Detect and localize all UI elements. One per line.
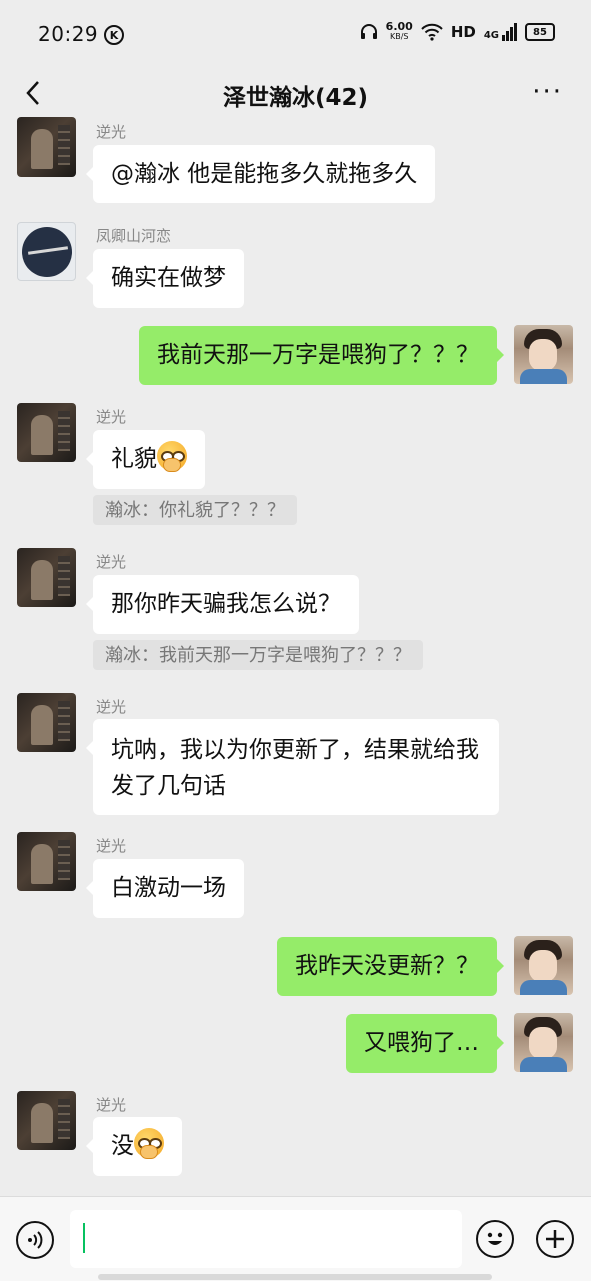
avatar-niguang[interactable] [17, 117, 76, 177]
message-bubble[interactable]: 白激动一场 [86, 859, 244, 918]
app-notification-icon: K [104, 25, 124, 45]
wifi-icon [421, 23, 443, 41]
quoted-reply[interactable]: 瀚冰：你礼貌了？？？ [93, 495, 297, 525]
message-row: 逆光 礼貌 瀚冰：你礼貌了？？？ [0, 403, 591, 527]
message-bubble[interactable]: 确实在做梦 [86, 249, 244, 308]
more-options-button[interactable]: ··· [532, 79, 563, 105]
quoted-reply[interactable]: 瀚冰：我前天那一万字是喂狗了？？？ [93, 640, 423, 670]
message-bubble[interactable]: 那你昨天骗我怎么说？ [86, 575, 359, 634]
message-row: 逆光 坑呐，我以为你更新了，结果就给我发了几句话 [0, 693, 591, 817]
message-input[interactable] [70, 1210, 462, 1268]
avatar-self[interactable] [514, 1013, 573, 1072]
avatar-niguang[interactable] [17, 693, 76, 752]
sender-name: 凤卿山河恋 [96, 227, 172, 245]
battery-icon: 85 [525, 23, 555, 41]
message-row: 我昨天没更新？？ [0, 936, 591, 998]
avatar-self[interactable] [514, 325, 573, 384]
smirk-emoji-icon [134, 1128, 164, 1159]
more-functions-button[interactable] [536, 1220, 574, 1258]
smile-icon [487, 1232, 503, 1245]
plus-icon [546, 1230, 564, 1248]
signal-icon: 4G [484, 23, 517, 41]
chat-header: 泽世瀚冰(42) ··· [0, 72, 591, 118]
sender-name: 逆光 [96, 553, 127, 571]
status-icons: 6.00 KB/S HD 4G 85 [360, 20, 555, 42]
network-speed: 6.00 KB/S [385, 20, 413, 41]
message-row: 逆光 @瀚冰 他是能拖多久就拖多久 [0, 117, 591, 208]
message-bubble-self[interactable]: 我前天那一万字是喂狗了？？？ [139, 326, 504, 385]
message-row: 逆光 那你昨天骗我怎么说？ 瀚冰：我前天那一万字是喂狗了？？？ [0, 548, 591, 672]
gesture-bar [98, 1274, 492, 1280]
avatar-niguang[interactable] [17, 403, 76, 462]
input-bar [0, 1196, 591, 1281]
avatar-niguang[interactable] [17, 1091, 76, 1150]
hd-indicator: HD [450, 23, 476, 41]
clock: 20:29 [38, 22, 99, 46]
smirk-emoji-icon [157, 441, 187, 472]
message-row: 又喂狗了… [0, 1013, 591, 1075]
message-bubble-self[interactable]: 我昨天没更新？？ [277, 937, 504, 996]
message-bubble[interactable]: 礼貌 [86, 430, 205, 489]
message-bubble-self[interactable]: 又喂狗了… [346, 1014, 504, 1073]
message-row: 逆光 没 [0, 1091, 591, 1181]
avatar-self[interactable] [514, 936, 573, 995]
sender-name: 逆光 [96, 698, 127, 716]
message-bubble[interactable]: 没 [86, 1117, 182, 1176]
emoji-button[interactable] [476, 1220, 514, 1258]
status-bar: 20:29 K 6.00 KB/S HD 4G 85 [0, 0, 591, 72]
avatar-niguang[interactable] [17, 548, 76, 607]
sender-name: 逆光 [96, 123, 127, 141]
sender-name: 逆光 [96, 837, 127, 855]
sender-name: 逆光 [96, 408, 127, 426]
headphones-icon [360, 24, 377, 39]
chat-title: 泽世瀚冰(42) [222, 85, 369, 111]
avatar-niguang[interactable] [17, 832, 76, 891]
message-row: 逆光 白激动一场 [0, 832, 591, 922]
message-bubble[interactable]: @瀚冰 他是能拖多久就拖多久 [85, 145, 436, 203]
avatar-fengqing[interactable] [17, 222, 76, 281]
message-row: 我前天那一万字是喂狗了？？？ [0, 325, 591, 387]
message-row: 凤卿山河恋 确实在做梦 [0, 222, 591, 312]
text-caret [83, 1223, 85, 1253]
voice-input-button[interactable] [16, 1221, 54, 1259]
message-bubble[interactable]: 坑呐，我以为你更新了，结果就给我发了几句话 [86, 719, 499, 815]
voice-icon [28, 1231, 43, 1249]
sender-name: 逆光 [96, 1096, 127, 1114]
